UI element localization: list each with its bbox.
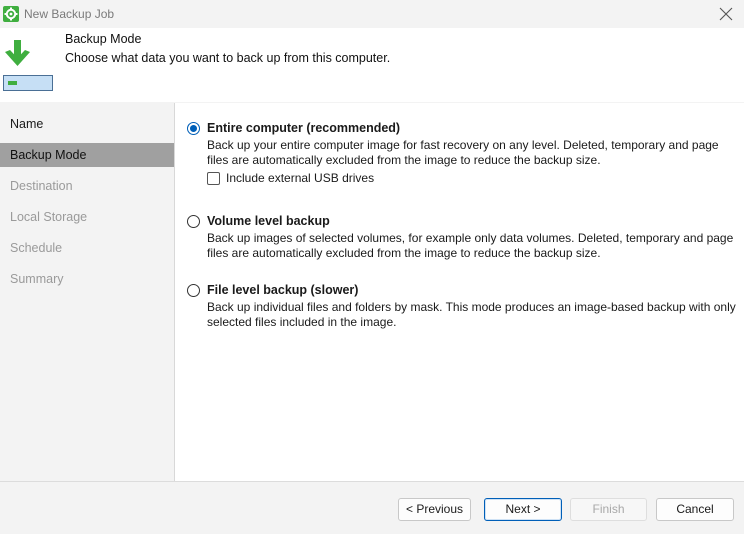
- sidebar-item-name[interactable]: Name: [0, 112, 174, 136]
- cancel-button[interactable]: Cancel: [656, 498, 734, 521]
- option-label[interactable]: Entire computer (recommended): [207, 121, 400, 135]
- title-bar: New Backup Job: [0, 0, 744, 28]
- window-title: New Backup Job: [24, 7, 115, 21]
- sidebar-item-local-storage: Local Storage: [10, 210, 88, 224]
- option-description: Back up images of selected volumes, for …: [207, 231, 734, 260]
- close-button[interactable]: [708, 0, 744, 28]
- volume-level-radio[interactable]: [187, 215, 200, 228]
- next-button[interactable]: Next >: [484, 498, 562, 521]
- option-description: Back up your entire computer image for f…: [207, 138, 719, 167]
- file-level-radio[interactable]: [187, 284, 200, 297]
- sidebar-item-summary: Summary: [10, 272, 64, 286]
- wizard-steps-sidebar: Name Backup Mode Destination Local Stora…: [0, 103, 175, 481]
- sidebar-item-backup-mode[interactable]: Backup Mode: [0, 143, 174, 167]
- download-arrow-drive-icon: [3, 38, 53, 92]
- page-description: Choose what data you want to back up fro…: [65, 51, 391, 65]
- option-label[interactable]: File level backup (slower): [207, 283, 358, 297]
- option-description: Back up individual files and folders by …: [207, 300, 736, 329]
- veeam-gear-icon: [3, 6, 19, 22]
- include-usb-label[interactable]: Include external USB drives: [226, 171, 374, 185]
- finish-button: Finish: [570, 498, 647, 521]
- previous-button[interactable]: < Previous: [398, 498, 471, 521]
- option-label[interactable]: Volume level backup: [207, 214, 330, 228]
- sidebar-item-destination: Destination: [10, 179, 73, 193]
- page-title: Backup Mode: [65, 32, 142, 46]
- wizard-header: Backup Mode Choose what data you want to…: [0, 28, 744, 102]
- backup-mode-options: Entire computer (recommended) Back up yo…: [175, 103, 744, 481]
- sidebar-item-schedule: Schedule: [10, 241, 63, 255]
- wizard-footer: < Previous Next > Finish Cancel: [0, 481, 744, 534]
- entire-computer-radio[interactable]: [187, 122, 200, 135]
- include-usb-checkbox[interactable]: [207, 172, 220, 185]
- close-icon: [719, 7, 733, 21]
